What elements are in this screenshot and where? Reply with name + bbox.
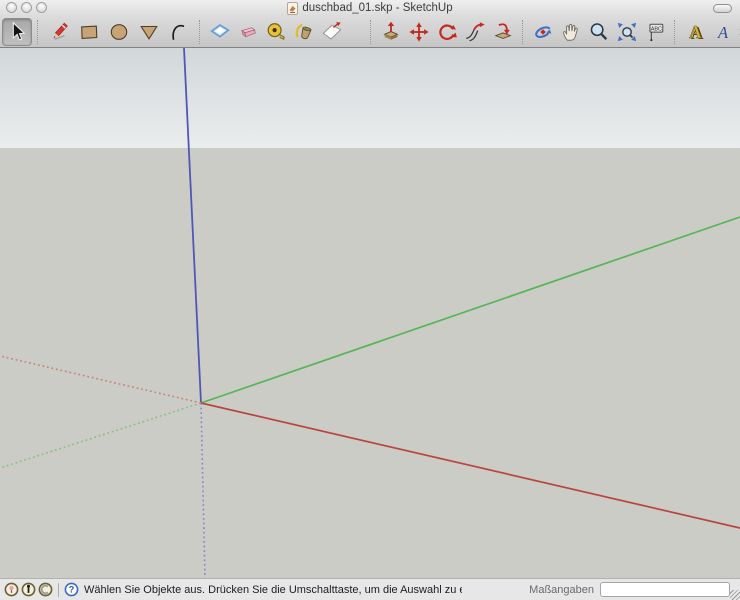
- follow-me-icon: [464, 21, 486, 43]
- tape-measure-tool-button[interactable]: [262, 18, 290, 46]
- select-tool-button[interactable]: [2, 18, 32, 46]
- 3d-text-icon: A A: [684, 21, 706, 43]
- green-axis-dotted: [0, 403, 201, 468]
- 3d-text-tool-button[interactable]: A A: [681, 18, 709, 46]
- eraser-tool-button[interactable]: [234, 18, 262, 46]
- rectangle-icon: [78, 21, 100, 43]
- status-icons: ?: [4, 582, 79, 597]
- text-label-icon: ABC: [644, 21, 666, 43]
- toolbar: ABC A A A »: [0, 16, 740, 48]
- polygon-tool-button[interactable]: [134, 18, 164, 46]
- tape-measure-icon: [265, 21, 287, 43]
- close-button[interactable]: [6, 2, 17, 13]
- svg-text:?: ?: [69, 585, 75, 595]
- fonts-icon: A: [712, 21, 734, 43]
- rotate-icon: [436, 21, 458, 43]
- window-title-group: duschbad_01.skp - SketchUp: [287, 2, 452, 15]
- arc-icon: [168, 21, 190, 43]
- pan-tool-button[interactable]: [557, 18, 585, 46]
- red-axis-dotted: [0, 356, 201, 403]
- status-bar: ? Wählen Sie Objekte aus. Drücken Sie di…: [0, 578, 740, 600]
- crescent-icon[interactable]: [38, 582, 53, 597]
- window-controls: [6, 2, 47, 13]
- zoom-extents-tool-button[interactable]: [613, 18, 641, 46]
- orbit-tool-button[interactable]: [529, 18, 557, 46]
- window-title: duschbad_01.skp - SketchUp: [302, 2, 452, 14]
- section-plane-tool-button[interactable]: [318, 18, 346, 46]
- drawing-viewport[interactable]: [0, 48, 740, 578]
- toolbar-separator: [37, 20, 39, 44]
- minimize-button[interactable]: [21, 2, 32, 13]
- zoom-tool-button[interactable]: [585, 18, 613, 46]
- help-icon[interactable]: ?: [64, 582, 79, 597]
- component-icon: [209, 21, 231, 43]
- zoom-extents-icon: [616, 21, 638, 43]
- toolbar-separator: [370, 20, 372, 44]
- sketchup-window: duschbad_01.skp - SketchUp: [0, 0, 740, 600]
- paint-bucket-tool-button[interactable]: [290, 18, 318, 46]
- offset-tool-button[interactable]: [489, 18, 517, 46]
- circle-icon: [108, 21, 130, 43]
- toolbar-separator: [674, 20, 676, 44]
- component-tool-button[interactable]: [206, 18, 234, 46]
- toolbar-separator: [522, 20, 524, 44]
- push-pull-icon: [380, 21, 402, 43]
- push-pull-tool-button[interactable]: [377, 18, 405, 46]
- toolbar-separator: [199, 20, 201, 44]
- green-axis-solid: [201, 217, 740, 403]
- pan-hand-icon: [560, 21, 582, 43]
- select-cursor-icon: [6, 21, 28, 43]
- polygon-icon: [138, 21, 160, 43]
- follow-me-tool-button[interactable]: [461, 18, 489, 46]
- toolbar-toggle-button[interactable]: [713, 4, 732, 13]
- text-tool-button[interactable]: ABC: [641, 18, 669, 46]
- rectangle-tool-button[interactable]: [74, 18, 104, 46]
- fonts-tool-button[interactable]: A: [709, 18, 737, 46]
- location-pin-icon[interactable]: [4, 582, 19, 597]
- drawing-axes: [0, 48, 740, 578]
- rotate-tool-button[interactable]: [433, 18, 461, 46]
- blue-axis-dotted: [201, 403, 205, 578]
- offset-icon: [492, 21, 514, 43]
- title-bar[interactable]: duschbad_01.skp - SketchUp: [0, 0, 740, 16]
- magnifier-icon: [588, 21, 610, 43]
- svg-text:A: A: [689, 21, 702, 41]
- blue-axis-solid: [184, 48, 201, 403]
- paint-bucket-icon: [293, 21, 315, 43]
- move-tool-button[interactable]: [405, 18, 433, 46]
- measurements-label: Maßangaben: [529, 584, 594, 596]
- circle-tool-button[interactable]: [104, 18, 134, 46]
- zoom-button[interactable]: [36, 2, 47, 13]
- status-message: Wählen Sie Objekte aus. Drücken Sie die …: [84, 584, 462, 596]
- pencil-icon: [48, 21, 70, 43]
- move-icon: [408, 21, 430, 43]
- resize-grip[interactable]: [730, 590, 740, 600]
- sketchup-file-icon: [287, 2, 298, 15]
- status-separator: [58, 583, 59, 597]
- svg-text:A: A: [717, 22, 729, 41]
- text-tool-glyph: ABC: [651, 26, 662, 32]
- arc-tool-button[interactable]: [164, 18, 194, 46]
- eraser-icon: [237, 21, 259, 43]
- line-tool-button[interactable]: [44, 18, 74, 46]
- red-axis-solid: [201, 403, 740, 528]
- measurements-input[interactable]: [600, 582, 730, 597]
- orbit-icon: [532, 21, 554, 43]
- section-plane-icon: [321, 21, 343, 43]
- info-arrow-icon[interactable]: [21, 582, 36, 597]
